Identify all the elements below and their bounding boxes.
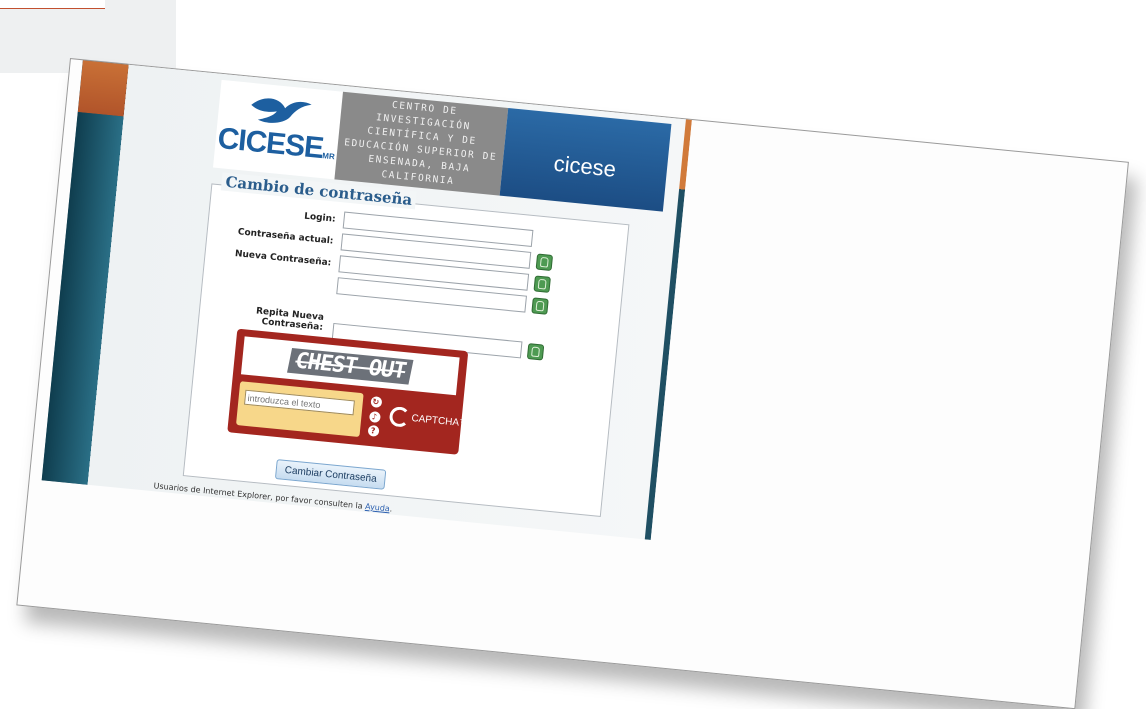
password-keyboard-icon[interactable] (531, 296, 549, 315)
password-keyboard-icon[interactable] (526, 342, 545, 361)
help-icon[interactable]: ? (367, 424, 380, 437)
refresh-icon[interactable]: ↻ (369, 395, 382, 409)
background-tab (0, 0, 105, 9)
brand-label: cicese (499, 108, 672, 212)
institution-description: CENTRO DE INVESTIGACIÓN CIENTÍFICA Y DE … (334, 91, 509, 196)
password-keyboard-icon[interactable] (533, 274, 551, 293)
help-link[interactable]: Ayuda (365, 502, 390, 513)
password-keyboard-icon[interactable] (535, 253, 554, 271)
audio-icon[interactable]: ♪ (368, 410, 381, 423)
cicese-logo[interactable]: CICESEMR (212, 79, 344, 180)
captcha-word: CHEST OUT (286, 347, 414, 385)
logo-wordmark: CICESEMR (216, 121, 336, 165)
captcha-input-area (235, 381, 364, 438)
left-orange-stripe (77, 58, 131, 117)
captcha-ring-icon (388, 405, 411, 428)
captcha-controls: ↻ ♪ ? (366, 395, 384, 437)
captcha-logo: CAPTCHA™ (388, 405, 470, 434)
left-teal-stripe (41, 112, 124, 485)
repeat-password-label: Repita Nueva Contraseña: (255, 305, 325, 333)
captcha-input[interactable] (244, 389, 355, 416)
current-password-label: Contraseña actual: (237, 226, 334, 247)
web-page: CICESEMR CENTRO DE INVESTIGACIÓN CIENTÍF… (41, 58, 694, 540)
screenshot-paper: CICESEMR CENTRO DE INVESTIGACIÓN CIENTÍF… (16, 58, 1129, 709)
captcha-brand: CAPTCHA™ (410, 412, 470, 430)
new-password-label: Nueva Contraseña: (234, 248, 332, 268)
login-label: Login: (303, 211, 337, 225)
